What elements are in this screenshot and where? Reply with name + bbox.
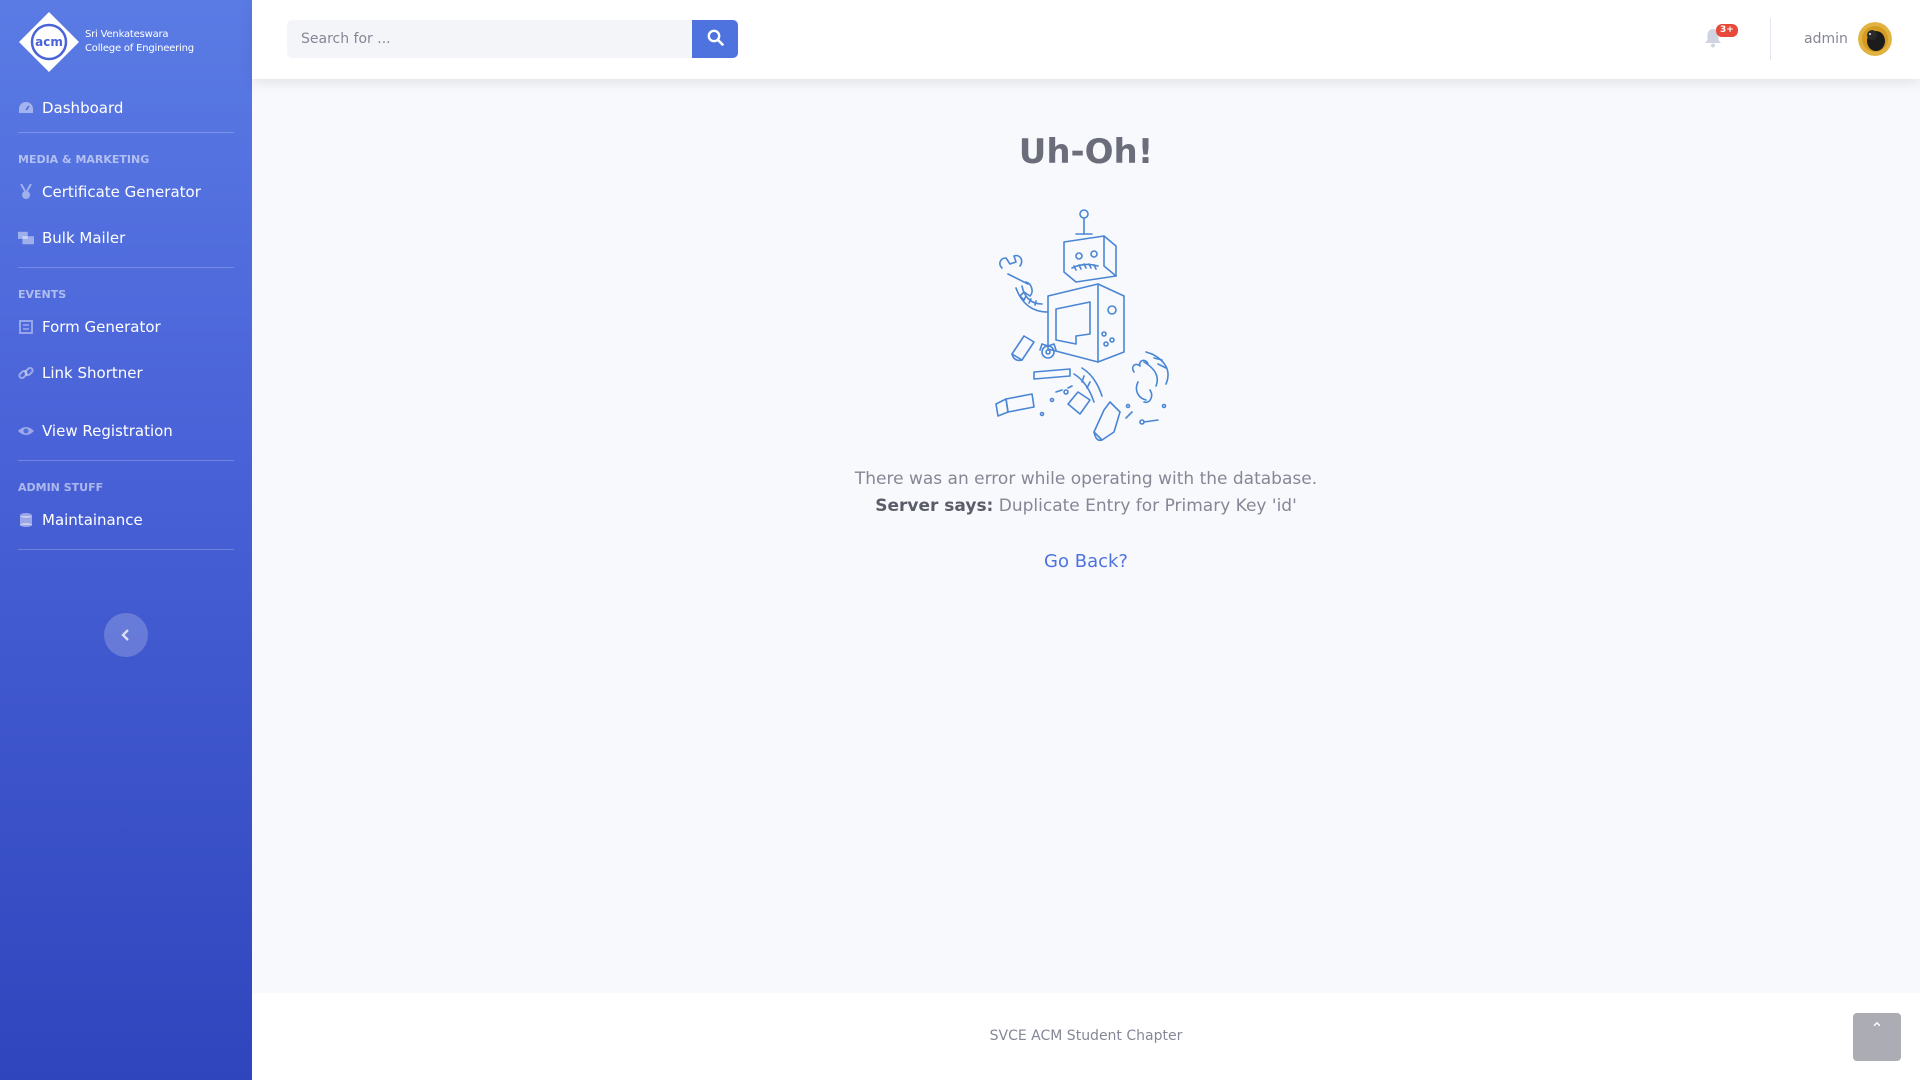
- tachometer-icon: [18, 100, 34, 116]
- sidebar-item-view-registration[interactable]: View Registration: [0, 402, 252, 460]
- sidebar-item-label: View Registration: [42, 422, 173, 440]
- database-icon: [18, 512, 34, 528]
- server-message-text: Duplicate Entry for Primary Key 'id': [998, 496, 1297, 516]
- sidebar-item-label: Form Generator: [42, 318, 161, 336]
- sidebar-item-link-shortner[interactable]: Link Shortner: [0, 344, 252, 402]
- sidebar-item-label: Bulk Mailer: [42, 229, 126, 247]
- search-button[interactable]: [692, 20, 738, 58]
- brand-line-2: College of Engineering: [85, 43, 194, 54]
- server-message: Server says: Duplicate Entry for Primary…: [252, 496, 1920, 516]
- topbar-divider: [1770, 18, 1771, 60]
- sidebar-item-label: Maintainance: [42, 511, 143, 529]
- search-icon: [707, 29, 724, 50]
- brand-line-1: Sri Venkateswara: [85, 29, 169, 40]
- user-menu[interactable]: admin: [1804, 22, 1892, 56]
- notification-badge: 3+: [1716, 24, 1738, 37]
- sidebar-item-label: Certificate Generator: [42, 183, 201, 201]
- sidebar-item-label: Dashboard: [42, 99, 124, 117]
- sidebar-divider: [18, 267, 234, 268]
- sidebar: acm Sri Venkateswara College of Engineer…: [0, 0, 252, 1080]
- search-bar: [287, 20, 738, 58]
- broken-robot-illustration: [986, 204, 1186, 449]
- brand[interactable]: acm Sri Venkateswara College of Engineer…: [0, 0, 252, 84]
- footer-text: SVCE ACM Student Chapter: [989, 1028, 1183, 1044]
- error-title: Uh-Oh!: [1018, 132, 1154, 172]
- acm-logo: acm: [18, 11, 80, 73]
- main-content: Uh-Oh! There was an error while operatin…: [252, 79, 1920, 993]
- topbar: 3+ admin: [252, 0, 1920, 79]
- server-label: Server says:: [875, 496, 994, 516]
- sidebar-divider: [18, 132, 234, 133]
- error-message: There was an error while operating with …: [854, 469, 1318, 489]
- avatar: [1857, 22, 1892, 56]
- sidebar-item-bulk-mailer[interactable]: Bulk Mailer: [0, 209, 252, 267]
- sidebar-item-label: Link Shortner: [42, 364, 143, 382]
- go-back-link[interactable]: Go Back?: [252, 551, 1920, 572]
- user-name: admin: [1804, 31, 1848, 47]
- sidebar-divider: [18, 460, 234, 461]
- link-icon: [18, 365, 34, 381]
- sidebar-heading-admin: ADMIN STUFF: [18, 481, 104, 494]
- medal-icon: [18, 184, 34, 200]
- sidebar-heading-events: EVENTS: [18, 288, 67, 301]
- sidebar-heading-media: MEDIA & MARKETING: [18, 153, 150, 166]
- form-icon: [18, 319, 34, 335]
- sidebar-item-form-generator[interactable]: Form Generator: [0, 310, 252, 344]
- sidebar-item-certificate-generator[interactable]: Certificate Generator: [0, 175, 252, 209]
- sidebar-divider: [18, 549, 234, 550]
- eye-icon: [18, 423, 34, 439]
- chevron-left-icon: [121, 626, 131, 645]
- footer: SVCE ACM Student Chapter: [252, 993, 1920, 1080]
- sidebar-item-dashboard[interactable]: Dashboard: [0, 84, 252, 132]
- scroll-to-top-button[interactable]: ⌃: [1853, 1013, 1901, 1061]
- sidebar-toggle-button[interactable]: [104, 613, 148, 657]
- mail-bulk-icon: [18, 230, 34, 246]
- brand-text: Sri Venkateswara College of Engineering: [85, 28, 194, 56]
- sidebar-item-maintainance[interactable]: Maintainance: [0, 503, 252, 537]
- svg-text:acm: acm: [35, 35, 63, 49]
- search-input[interactable]: [287, 20, 692, 58]
- chevron-up-icon: ⌃: [1870, 1019, 1884, 1038]
